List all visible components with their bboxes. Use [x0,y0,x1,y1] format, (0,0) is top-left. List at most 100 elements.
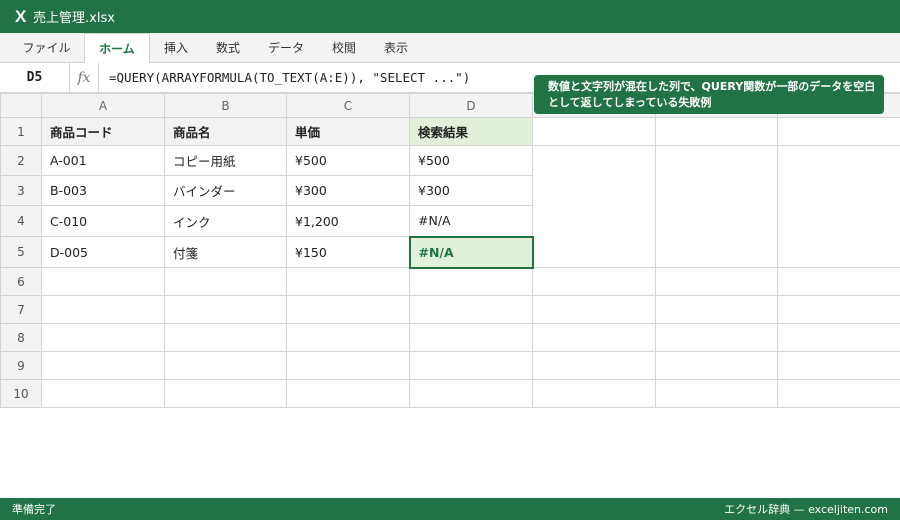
cell-d1[interactable]: 検索結果 [409,117,533,146]
cell-b6[interactable] [164,267,287,296]
cell-c2[interactable]: ¥500 [286,145,410,176]
cell-b2[interactable]: コピー用紙 [164,145,287,176]
cell-f6[interactable] [655,267,778,296]
cell-d8[interactable] [409,323,533,352]
cell-b3[interactable]: バインダー [164,175,287,206]
cell-b1[interactable]: 商品名 [164,117,287,146]
cell-e6[interactable] [532,267,656,296]
cell-g3[interactable] [777,175,900,206]
cell-c8[interactable] [286,323,410,352]
file-title: 売上管理.xlsx [33,11,115,26]
cell-c9[interactable] [286,351,410,380]
row-header[interactable]: 8 [0,323,42,352]
cell-a5[interactable]: D-005 [41,236,165,268]
spreadsheet-grid: A B C D 1 商品コード 商品名 単価 検索結果 2 A-001 コピー用… [0,93,900,408]
cell-a7[interactable] [41,295,165,324]
cell-c7[interactable] [286,295,410,324]
cell-a4[interactable]: C-010 [41,205,165,237]
cell-f5[interactable] [655,236,778,268]
cell-f7[interactable] [655,295,778,324]
column-header-a[interactable]: A [41,93,165,118]
cell-e2[interactable] [532,145,656,176]
cell-a6[interactable] [41,267,165,296]
cell-g10[interactable] [777,379,900,408]
cell-b9[interactable] [164,351,287,380]
cell-c4[interactable]: ¥1,200 [286,205,410,237]
row-header[interactable]: 9 [0,351,42,380]
row-header[interactable]: 3 [0,175,42,206]
formula-input[interactable]: =QUERY(ARRAYFORMULA(TO_TEXT(A:E)), "SELE… [109,63,470,93]
cell-b8[interactable] [164,323,287,352]
cell-g5[interactable] [777,236,900,268]
cell-d3[interactable]: ¥300 [409,175,533,206]
row-header[interactable]: 10 [0,379,42,408]
cell-f8[interactable] [655,323,778,352]
cell-d5-selected[interactable]: #N/A [408,235,534,269]
row-header[interactable]: 2 [0,145,42,176]
cell-e8[interactable] [532,323,656,352]
cell-g8[interactable] [777,323,900,352]
column-header-c[interactable]: C [286,93,410,118]
cell-d2[interactable]: ¥500 [409,145,533,176]
cell-a10[interactable] [41,379,165,408]
select-all-corner[interactable] [0,93,42,118]
cell-e4[interactable] [532,205,656,237]
cell-a9[interactable] [41,351,165,380]
tab-home[interactable]: ホーム [84,33,150,64]
cell-g2[interactable] [777,145,900,176]
cell-a1[interactable]: 商品コード [41,117,165,146]
cell-d10[interactable] [409,379,533,408]
cell-c3[interactable]: ¥300 [286,175,410,206]
column-header-b[interactable]: B [164,93,287,118]
cell-f2[interactable] [655,145,778,176]
tab-data[interactable]: データ [254,33,318,63]
column-header-d[interactable]: D [409,93,533,118]
cell-d4[interactable]: #N/A [409,205,533,237]
cell-g7[interactable] [777,295,900,324]
cell-f10[interactable] [655,379,778,408]
cell-d9[interactable] [409,351,533,380]
cell-a3[interactable]: B-003 [41,175,165,206]
tab-review[interactable]: 校閲 [318,33,370,63]
annotation-callout: 数値と文字列が混在した列で、QUERY関数が一部のデータを空白として返してしまっ… [534,75,884,114]
cell-c5[interactable]: ¥150 [286,236,410,268]
cell-e3[interactable] [532,175,656,206]
cell-e1[interactable] [532,117,656,146]
tab-insert[interactable]: 挿入 [150,33,202,63]
cell-d7[interactable] [409,295,533,324]
cell-c1[interactable]: 単価 [286,117,410,146]
cell-c6[interactable] [286,267,410,296]
row-header[interactable]: 4 [0,205,42,237]
cell-e5[interactable] [532,236,656,268]
row-header[interactable]: 6 [0,267,42,296]
name-box[interactable]: D5 [0,63,70,93]
cell-b10[interactable] [164,379,287,408]
cell-g6[interactable] [777,267,900,296]
cell-g1[interactable] [777,117,900,146]
site-credit: エクセル辞典 — exceljiten.com [724,503,888,516]
tab-view[interactable]: 表示 [370,33,422,63]
cell-d6[interactable] [409,267,533,296]
fx-icon[interactable]: fx [70,63,99,93]
cell-g4[interactable] [777,205,900,237]
row-header[interactable]: 1 [0,117,42,146]
cell-f9[interactable] [655,351,778,380]
row-header[interactable]: 7 [0,295,42,324]
cell-e9[interactable] [532,351,656,380]
cell-b5[interactable]: 付箋 [164,236,287,268]
cell-e7[interactable] [532,295,656,324]
excel-logo-icon: X [15,6,27,26]
cell-e10[interactable] [532,379,656,408]
tab-formulas[interactable]: 数式 [202,33,254,63]
cell-f1[interactable] [655,117,778,146]
cell-c10[interactable] [286,379,410,408]
cell-f3[interactable] [655,175,778,206]
tab-file[interactable]: ファイル [9,33,84,63]
cell-a8[interactable] [41,323,165,352]
row-header[interactable]: 5 [0,236,42,268]
cell-a2[interactable]: A-001 [41,145,165,176]
cell-g9[interactable] [777,351,900,380]
cell-b4[interactable]: インク [164,205,287,237]
cell-f4[interactable] [655,205,778,237]
cell-b7[interactable] [164,295,287,324]
